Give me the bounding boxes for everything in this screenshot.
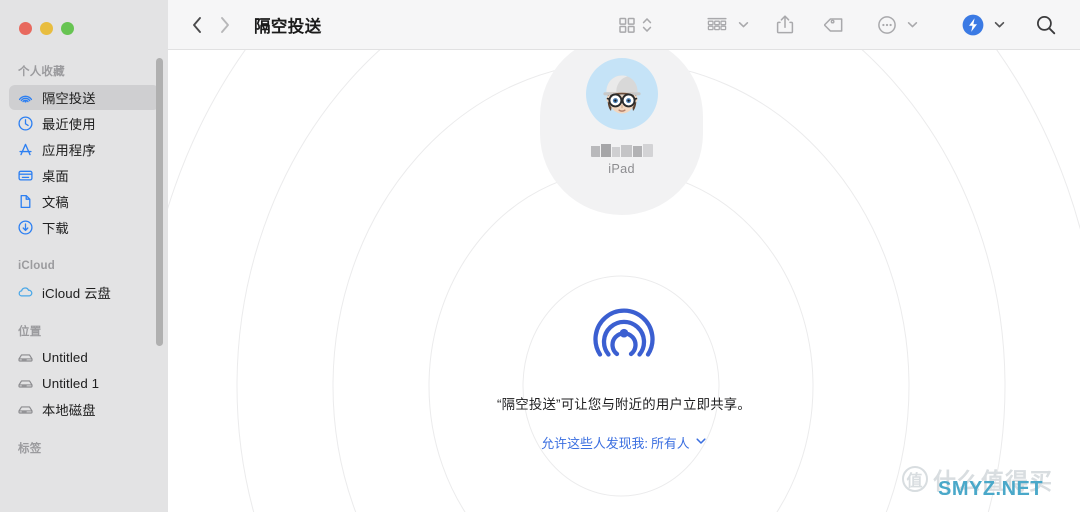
watermark: 值 什么值得买 SMYZ.NET <box>892 452 1072 506</box>
sidebar-item-untitled-1[interactable]: Untitled 1 <box>9 371 159 396</box>
watermark-text: 什么值得买 <box>933 468 1053 494</box>
device-kind-label: iPad <box>608 162 635 176</box>
sidebar-item-label: 应用程序 <box>42 143 96 158</box>
downloads-icon <box>17 219 34 236</box>
close-button[interactable] <box>19 22 32 35</box>
watermark-url: SMYZ.NET <box>938 478 1044 500</box>
chevron-down-icon <box>695 435 707 450</box>
sidebar-section-favorites-header: 个人收藏 <box>18 66 65 78</box>
sidebar-item-label: Untitled <box>42 350 88 365</box>
sidebar-item-label: 最近使用 <box>42 117 96 132</box>
chevron-down-icon[interactable] <box>993 18 1006 31</box>
sidebar-section-tags-header: 标签 <box>18 443 42 455</box>
drive-icon <box>17 349 34 366</box>
sidebar-item-recents[interactable]: 最近使用 <box>9 111 159 136</box>
airdrop-icon <box>17 89 34 106</box>
sidebar-item-label: 文稿 <box>42 195 69 210</box>
airdrop-status-control <box>961 13 1006 37</box>
discoverable-by-value: 所有人 <box>651 436 690 451</box>
minimize-button[interactable] <box>40 22 53 35</box>
drive-icon <box>17 375 34 392</box>
main-content: 隔空投送 iPad “隔空投送”可让您与附近的用户立即共享。 允许这些人发现我:… <box>168 0 1080 512</box>
sidebar-item-downloads[interactable]: 下载 <box>9 215 159 240</box>
sidebar-item-applications[interactable]: 应用程序 <box>9 137 159 162</box>
sidebar-item-documents[interactable]: 文稿 <box>9 189 159 214</box>
back-button[interactable] <box>190 15 204 35</box>
airdrop-empty-state: “隔空投送”可让您与附近的用户立即共享。 允许这些人发现我: 所有人 <box>168 292 1080 452</box>
discoverable-by-label: 允许这些人发现我: <box>541 436 649 451</box>
applications-icon <box>17 141 34 158</box>
sidebar-scroll-area: 个人收藏 隔空投送 最近使用 应用程序 桌面 文稿 下载 iCloud iClo… <box>0 58 168 512</box>
toolbar: 隔空投送 <box>168 0 1080 50</box>
chevron-down-icon[interactable] <box>906 18 919 31</box>
sidebar-item-label: 桌面 <box>42 169 69 184</box>
sidebar-item-label: 本地磁盘 <box>42 403 96 418</box>
clock-icon <box>17 115 34 132</box>
chevron-down-icon[interactable] <box>737 18 750 31</box>
maximize-button[interactable] <box>61 22 74 35</box>
desktop-icon <box>17 167 34 184</box>
page-title: 隔空投送 <box>254 17 322 36</box>
finder-window: 个人收藏 隔空投送 最近使用 应用程序 桌面 文稿 下载 iCloud iClo… <box>0 0 1080 512</box>
sidebar-item-desktop[interactable]: 桌面 <box>9 163 159 188</box>
airdrop-logo-icon <box>587 292 661 371</box>
airdrop-status-icon[interactable] <box>961 13 985 37</box>
window-controls <box>19 22 74 35</box>
cloud-icon <box>17 284 34 301</box>
navigation-buttons <box>190 15 232 35</box>
sidebar-item-label: iCloud 云盘 <box>42 286 111 301</box>
more-actions-control <box>876 14 919 36</box>
discoverable-by-link[interactable]: 允许这些人发现我: 所有人 <box>541 433 706 452</box>
avatar <box>585 58 658 130</box>
sidebar: 个人收藏 隔空投送 最近使用 应用程序 桌面 文稿 下载 iCloud iClo… <box>0 0 168 512</box>
sidebar-item-airdrop[interactable]: 隔空投送 <box>9 85 159 110</box>
toolbar-actions <box>616 13 1080 37</box>
sidebar-section-icloud-header: iCloud <box>18 260 55 272</box>
sidebar-scrollbar[interactable] <box>156 58 163 346</box>
grid-view-icon[interactable] <box>616 14 638 36</box>
search-icon[interactable] <box>1034 13 1058 37</box>
group-by-icon[interactable] <box>705 14 729 36</box>
sidebar-section-locations-header: 位置 <box>18 326 42 338</box>
airdrop-device-ipad[interactable]: iPad <box>540 35 703 215</box>
more-actions-icon[interactable] <box>876 14 898 36</box>
group-by-control <box>705 14 750 36</box>
sidebar-item-label: 隔空投送 <box>42 91 96 106</box>
watermark-badge: 值 <box>902 466 928 492</box>
view-stepper-icon[interactable] <box>641 13 653 37</box>
sidebar-item-label: Untitled 1 <box>42 376 100 391</box>
forward-button[interactable] <box>218 15 232 35</box>
airdrop-description: “隔空投送”可让您与附近的用户立即共享。 <box>497 397 751 412</box>
watermark-cn: 值 什么值得买 <box>902 462 1053 496</box>
share-icon[interactable] <box>774 13 796 37</box>
sidebar-item-label: 下载 <box>42 221 69 236</box>
device-name-redacted <box>590 144 653 157</box>
memoji-avatar <box>602 75 641 114</box>
sidebar-item-local-disk[interactable]: 本地磁盘 <box>9 397 159 422</box>
view-controls <box>616 13 653 37</box>
tag-icon[interactable] <box>824 13 848 37</box>
sidebar-item-untitled[interactable]: Untitled <box>9 345 159 370</box>
sidebar-item-icloud-drive[interactable]: iCloud 云盘 <box>9 280 159 305</box>
drive-icon <box>17 401 34 418</box>
document-icon <box>17 193 34 210</box>
